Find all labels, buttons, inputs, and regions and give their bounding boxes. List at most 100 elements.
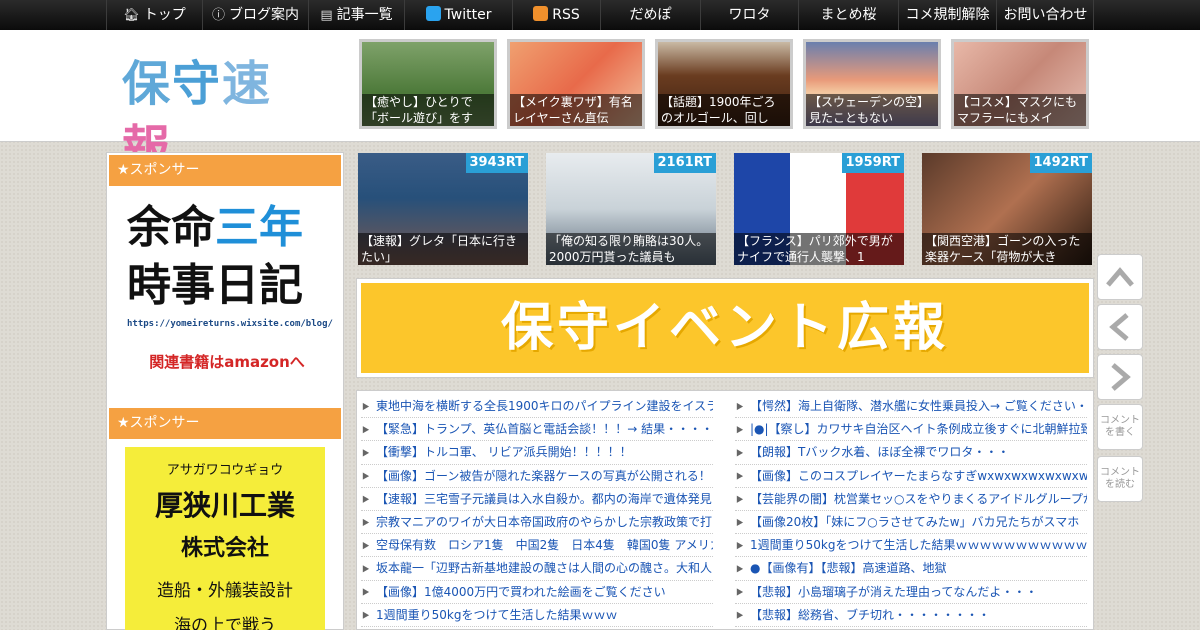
sidebar: ★スポンサー 余命三年 時事日記 https://yomeireturns.wi… [106, 152, 344, 630]
list-item[interactable]: 1週間重り50kgをつけて生活した結果ｗｗｗｗｗｗｗｗｗｗｗ [735, 534, 1087, 558]
banner-text: 保守イベント広報 [361, 283, 1089, 373]
list-item[interactable]: 空母保有数 ロシア1隻 中国2隻 日本4隻 韓国0隻 アメリカ [361, 534, 713, 558]
link-text: 【悲報】総務省、ブチ切れ・・・・・・・・ [750, 607, 991, 622]
ad-text: 余命 [127, 202, 215, 253]
bullet-icon [362, 426, 370, 434]
info-icon: ⓘ [211, 8, 225, 23]
bullet-icon [362, 518, 370, 527]
header-thumb[interactable]: 【話題】1900年ごろのオルゴール、回し [655, 39, 793, 129]
list-item[interactable]: 【画像20枚】「妹にフ○ラさせてみたw」バカ兄たちがスマホ [735, 511, 1087, 535]
nav-label: お問い合わせ [1003, 7, 1088, 23]
list-item[interactable]: 【画像】このコスプレイヤーたまらなすぎwxwxwxwxwxwxwx [735, 465, 1087, 488]
write-comment-button[interactable]: コメントを書く [1097, 404, 1143, 450]
next-article-button[interactable] [1097, 354, 1143, 400]
nav-article-list[interactable]: ▤ 記事一覧 [308, 0, 404, 30]
nav-twitter[interactable]: Twitter [404, 0, 512, 30]
link-text: 坂本龍一「辺野古新基地建設の醜さは人間の心の醜さ。大和人 [376, 561, 713, 576]
bullet-icon [362, 449, 370, 457]
rss-icon [533, 6, 549, 21]
site-logo[interactable]: 保守速報 [122, 52, 322, 176]
list-item[interactable]: 宗教マニアのワイが大日本帝国政府のやらかした宗教政策で打 [361, 511, 713, 535]
list-item[interactable]: |●|【察し】カワサキ自治区ヘイト条例成立後すぐに北朝鮮拉致 [735, 418, 1087, 442]
nav-blog-guide[interactable]: ⓘ ブログ案内 [202, 0, 308, 30]
list-item[interactable]: 【悲報】総務省、ブチ切れ・・・・・・・・ [735, 604, 1087, 627]
header-thumb[interactable]: 【癒やし】ひとりで「ボール遊び」をす [359, 39, 497, 129]
article-link-list: 東地中海を横断する全長1900キロのパイプライン建設をイスラ 【緊急】トランプ、… [356, 390, 1094, 630]
bullet-icon [736, 402, 744, 411]
logo-char: 守 [172, 56, 223, 112]
list-item[interactable]: ●【画像有】【悲報】高速道路、地獄 [735, 557, 1087, 581]
nav-rss[interactable]: RSS [512, 0, 600, 30]
list-item[interactable]: 坂本龍一「辺野古新基地建設の醜さは人間の心の醜さ。大和人 [361, 557, 713, 581]
nav-label: ワロタ [728, 7, 771, 23]
event-banner[interactable]: 保守イベント広報 [356, 278, 1094, 378]
list-item[interactable]: 【芸能界の闇】枕営業セッ○スをやりまくるアイドルグループが [735, 488, 1087, 511]
link-text: 【朗報】Tバック水着、ほぼ全裸でワロタ・・・ [750, 445, 1010, 460]
link-text: 空母保有数 ロシア1隻 中国2隻 日本4隻 韓国0隻 アメリカ [376, 538, 713, 553]
nav-matome-sakura[interactable]: まとめ桜 [798, 0, 898, 30]
header-thumb[interactable]: 【コスメ】マスクにもマフラーにもメイ [951, 39, 1089, 129]
prev-article-button[interactable] [1097, 304, 1143, 350]
link-text: 【悲報】小島瑠璃子が消えた理由ってなんだよ・・・ [750, 584, 1038, 599]
bullet-icon [736, 518, 744, 527]
ad-service: 海の上で戦う [174, 616, 276, 630]
nav-label: 記事一覧 [336, 7, 393, 23]
thumb-caption: 【メイク裏ワザ】有名レイヤーさん直伝 [510, 94, 642, 126]
nav-top[interactable]: 🏠︎ トップ [106, 0, 202, 30]
ad-url: https://yomeireturns.wixsite.com/blog/ [127, 319, 333, 329]
list-item[interactable]: 【悲報】小島瑠璃子が消えた理由ってなんだよ・・・ [735, 581, 1087, 604]
button-label: コメントを書く [1100, 415, 1140, 438]
ad-kana: アサガワコウギョウ [166, 463, 284, 478]
button-label: コメントを読む [1100, 467, 1140, 490]
link-text: 【速報】三宅雪子元議員は入水自殺か。都内の海岸で遺体発見 [376, 491, 712, 506]
site-header: 保守速報 【癒やし】ひとりで「ボール遊び」をす 【メイク裏ワザ】有名レイヤーさん… [0, 30, 1200, 176]
sponsor-heading: ★スポンサー [109, 155, 341, 186]
list-item[interactable]: 【画像】ゴーン被告が隠れた楽器ケースの写真が公開される！ [361, 465, 713, 488]
list-item[interactable]: 1週間重り50kgをつけて生活した結果ｗｗｗ [361, 604, 713, 627]
link-text: 1週間重り50kgをつけて生活した結果ｗｗｗｗｗｗｗｗｗｗｗ [750, 538, 1087, 553]
nav-contact[interactable]: お問い合わせ [996, 0, 1094, 30]
scroll-top-button[interactable] [1097, 254, 1143, 300]
retweet-count: 1492RT [1029, 153, 1092, 173]
nav-damepo[interactable]: だめぽ [600, 0, 700, 30]
bullet-icon [736, 495, 744, 503]
logo-char: 保 [122, 56, 173, 112]
retweet-count: 3943RT [465, 153, 528, 173]
bullet-icon [736, 611, 744, 619]
sponsor-ad-asagawa[interactable]: アサガワコウギョウ 厚狭川工業 株式会社 造船・外艤装設計 海の上で戦う [125, 447, 325, 630]
hot-item[interactable]: 3943RT 【速報】グレタ「日本に行きたい」 [358, 153, 528, 265]
nav-warota[interactable]: ワロタ [700, 0, 798, 30]
hot-item[interactable]: 2161RT 「俺の知る限り賄賂は30人。2000万円貰った議員も [546, 153, 716, 265]
link-text: |●|【察し】カワサキ自治区ヘイト条例成立後すぐに北朝鮮拉致 [750, 422, 1087, 437]
top-nav: 🏠︎ トップ ⓘ ブログ案内 ▤ 記事一覧 Twitter RSS だめぽ ワロタ ま… [0, 0, 1200, 30]
header-thumb[interactable]: 【スウェーデンの空】見たこともない [803, 39, 941, 129]
list-item[interactable]: 【愕然】海上自衛隊、潜水艦に女性乗員投入→ ご覧ください・ [735, 395, 1087, 419]
nav-divider [1093, 0, 1094, 30]
list-item[interactable]: 【朗報】Tバック水着、ほぼ全裸でワロタ・・・ [735, 441, 1087, 465]
link-text: 【緊急】トランプ、英仏首脳と電話会談！！！→ 結果・・・・ [376, 422, 713, 437]
list-item[interactable]: 【衝撃】トルコ軍、 リビア派兵開始！！！！！ [361, 441, 713, 465]
hot-item[interactable]: 1959RT 【フランス】パリ郊外で男がナイフで通行人襲撃、1 [734, 153, 904, 265]
nav-label: だめぽ [629, 7, 672, 23]
read-comment-button[interactable]: コメントを読む [1097, 456, 1143, 502]
list-item[interactable]: 東地中海を横断する全長1900キロのパイプライン建設をイスラ [361, 395, 713, 419]
link-text: 【愕然】海上自衛隊、潜水艦に女性乗員投入→ ご覧ください・ [750, 399, 1087, 413]
bullet-icon [736, 426, 744, 434]
bullet-icon [362, 611, 370, 619]
thumb-caption: 【話題】1900年ごろのオルゴール、回し [658, 94, 790, 126]
hot-item[interactable]: 1492RT 【関西空港】ゴーンの入った楽器ケース「荷物が大き [922, 153, 1092, 265]
thumb-caption: 【癒やし】ひとりで「ボール遊び」をす [362, 94, 494, 126]
list-item[interactable]: 【緊急】トランプ、英仏首脳と電話会談！！！→ 結果・・・・ [361, 418, 713, 442]
bullet-icon [736, 542, 744, 550]
header-thumb[interactable]: 【メイク裏ワザ】有名レイヤーさん直伝 [507, 39, 645, 129]
link-column-right: 【愕然】海上自衛隊、潜水艦に女性乗員投入→ ご覧ください・ |●|【察し】カワサ… [735, 395, 1087, 627]
list-item[interactable]: 【画像】1億4000万円で買われた絵画をご覧ください [361, 581, 713, 604]
list-item[interactable]: 【速報】三宅雪子元議員は入水自殺か。都内の海岸で遺体発見 [361, 488, 713, 511]
amazon-link[interactable]: 関連書籍はamazonへ [127, 351, 327, 372]
link-text: 【画像】このコスプレイヤーたまらなすぎwxwxwxwxwxwxwx [750, 468, 1087, 483]
nav-comment-unblock[interactable]: コメ規制解除 [898, 0, 996, 30]
link-text: 1週間重り50kgをつけて生活した結果ｗｗｗ [376, 607, 618, 622]
sponsor-ad-yomei[interactable]: 余命三年 時事日記 https://yomeireturns.wixsite.c… [127, 199, 333, 372]
sponsor-heading: ★スポンサー [109, 408, 341, 439]
ad-text: 三年 [215, 202, 303, 253]
